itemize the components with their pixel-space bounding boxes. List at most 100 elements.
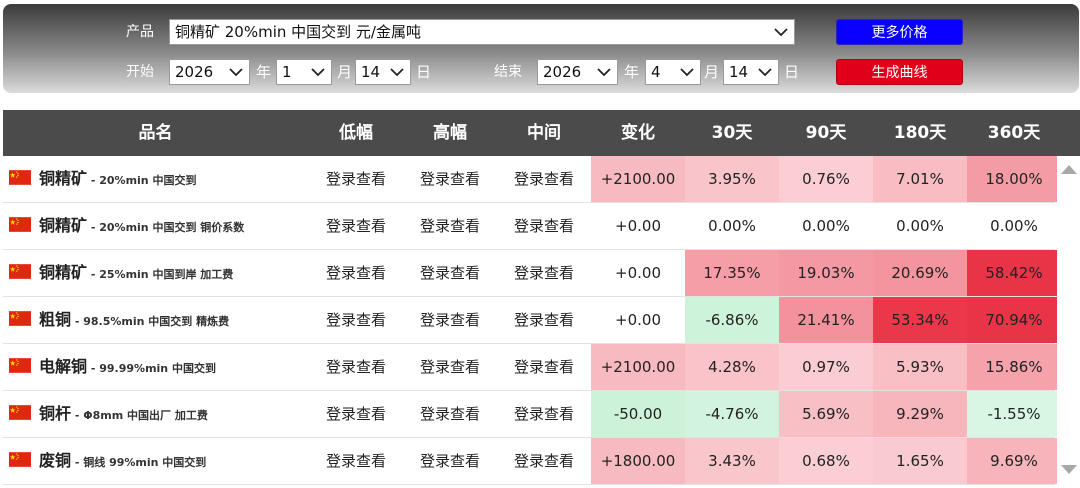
change-value: +0.00	[615, 311, 661, 329]
d360-value: 0.00%	[990, 217, 1038, 235]
change-value: +0.00	[615, 217, 661, 235]
high-value[interactable]: 登录查看	[403, 156, 497, 202]
low-value[interactable]: 登录查看	[309, 438, 403, 484]
end-month-value: 4	[651, 63, 661, 81]
d30-value: 4.28%	[685, 344, 779, 390]
end-month-select[interactable]: 4	[645, 59, 701, 85]
low-value[interactable]: 登录查看	[309, 156, 403, 202]
product-name-cell[interactable]: 粗铜 - 98.5%min 中国交到 精炼费	[3, 297, 308, 343]
high-value[interactable]: 登录查看	[403, 391, 497, 437]
end-day-select[interactable]: 14	[723, 59, 779, 85]
low-value[interactable]: 登录查看	[309, 344, 403, 390]
generate-curve-button[interactable]: 生成曲线	[836, 59, 963, 85]
table-scrollbar[interactable]	[1057, 156, 1080, 488]
header-90d: 90天	[805, 123, 847, 143]
d90-value: 19.03%	[779, 250, 873, 296]
product-name-cell[interactable]: 电解铜 - 99.99%min 中国交到	[3, 344, 308, 390]
product-name-cell[interactable]: 铜精矿 - 20%min 中国交到	[3, 156, 308, 202]
low-value[interactable]: 登录查看	[309, 391, 403, 437]
header-180d: 180天	[893, 123, 947, 143]
high-value[interactable]: 登录查看	[403, 438, 497, 484]
d30-value: 17.35%	[685, 250, 779, 296]
mid-value[interactable]: 登录查看	[497, 391, 591, 437]
d180-value: 20.69%	[873, 250, 967, 296]
table-row: 铜杆 - Φ8mm 中国出厂 加工费 登录查看 登录查看 登录查看 -50.00 -4.7…	[3, 391, 1061, 438]
product-name: 废铜	[39, 451, 72, 470]
end-label: 结束	[494, 64, 522, 80]
end-month-unit: 月	[704, 63, 720, 81]
chevron-down-icon	[311, 68, 325, 77]
header-30d: 30天	[711, 123, 753, 143]
mid-value[interactable]: 登录查看	[497, 344, 591, 390]
d180-value: 5.93%	[873, 344, 967, 390]
high-value[interactable]: 登录查看	[403, 297, 497, 343]
d90-value: 0.00%	[802, 217, 850, 235]
high-value[interactable]: 登录查看	[403, 203, 497, 249]
mid-value[interactable]: 登录查看	[497, 438, 591, 484]
d30-value: 0.00%	[708, 217, 756, 235]
china-flag-icon	[9, 217, 31, 232]
d90-value: 5.69%	[779, 391, 873, 437]
d360-value: 18.00%	[967, 156, 1061, 202]
mid-value[interactable]: 登录查看	[497, 297, 591, 343]
product-spec: 99.99%min 中国交到	[99, 362, 216, 375]
start-year-value: 2026	[175, 63, 214, 81]
change-value: +2100.00	[591, 344, 685, 390]
start-label: 开始	[126, 64, 154, 80]
d90-value: 21.41%	[779, 297, 873, 343]
high-value[interactable]: 登录查看	[403, 250, 497, 296]
start-year-select[interactable]: 2026	[169, 59, 250, 85]
change-value: -50.00	[591, 391, 685, 437]
d90-value: 0.97%	[779, 344, 873, 390]
start-month-value: 1	[282, 63, 292, 81]
d30-value: -6.86%	[685, 297, 779, 343]
start-day-select[interactable]: 14	[355, 59, 411, 85]
table-header: 品名 低幅 高幅 中间 变化 30天 90天 180天 360天	[3, 110, 1080, 156]
d30-value: 3.95%	[685, 156, 779, 202]
product-name: 粗铜	[39, 310, 72, 329]
product-name-cell[interactable]: 废铜 - 铜线 99%min 中国交到	[3, 438, 308, 484]
start-day-unit: 日	[416, 63, 432, 81]
d360-value: 15.86%	[967, 344, 1061, 390]
product-name: 铜杆	[39, 404, 72, 423]
scroll-up-icon[interactable]	[1061, 165, 1077, 174]
change-value: +1800.00	[591, 438, 685, 484]
product-spec: 铜线 99%min 中国交到	[83, 456, 207, 469]
low-value[interactable]: 登录查看	[309, 203, 403, 249]
product-name-cell[interactable]: 铜杆 - Φ8mm 中国出厂 加工费	[3, 391, 308, 437]
end-day-value: 14	[729, 63, 749, 81]
end-year-select[interactable]: 2026	[537, 59, 618, 85]
china-flag-icon	[9, 311, 31, 326]
scroll-down-icon[interactable]	[1061, 465, 1077, 474]
change-value: +2100.00	[591, 156, 685, 202]
d30-value: -4.76%	[685, 391, 779, 437]
product-spec: 98.5%min 中国交到 精炼费	[83, 315, 230, 328]
product-name-cell[interactable]: 铜精矿 - 20%min 中国交到 铜价系数	[3, 203, 308, 249]
low-value[interactable]: 登录查看	[309, 297, 403, 343]
d360-value: -1.55%	[967, 391, 1061, 437]
table-row: 铜精矿 - 20%min 中国交到 登录查看 登录查看 登录查看 +2100.00 3.9…	[3, 156, 1061, 203]
d180-value: 7.01%	[873, 156, 967, 202]
start-month-select[interactable]: 1	[276, 59, 332, 85]
chevron-down-icon	[774, 28, 788, 37]
mid-value[interactable]: 登录查看	[497, 156, 591, 202]
china-flag-icon	[9, 405, 31, 420]
end-year-value: 2026	[543, 63, 582, 81]
product-name: 铜精矿	[39, 216, 88, 235]
d180-value: 1.65%	[873, 438, 967, 484]
product-select[interactable]: 铜精矿 20%min 中国交到 元/金属吨	[169, 19, 795, 45]
d180-value: 9.29%	[873, 391, 967, 437]
mid-value[interactable]: 登录查看	[497, 250, 591, 296]
table-row: 废铜 - 铜线 99%min 中国交到 登录查看 登录查看 登录查看 +1800.00 3…	[3, 438, 1061, 485]
header-mid: 中间	[527, 123, 561, 143]
d180-value: 53.34%	[873, 297, 967, 343]
product-select-value: 铜精矿 20%min 中国交到 元/金属吨	[175, 23, 421, 41]
low-value[interactable]: 登录查看	[309, 250, 403, 296]
product-spec: Φ8mm 中国出厂 加工费	[83, 409, 208, 422]
start-month-unit: 月	[337, 63, 353, 81]
more-prices-button[interactable]: 更多价格	[836, 19, 963, 45]
mid-value[interactable]: 登录查看	[497, 203, 591, 249]
product-name-cell[interactable]: 铜精矿 - 25%min 中国到岸 加工费	[3, 250, 308, 296]
high-value[interactable]: 登录查看	[403, 344, 497, 390]
product-name: 铜精矿	[39, 263, 88, 282]
